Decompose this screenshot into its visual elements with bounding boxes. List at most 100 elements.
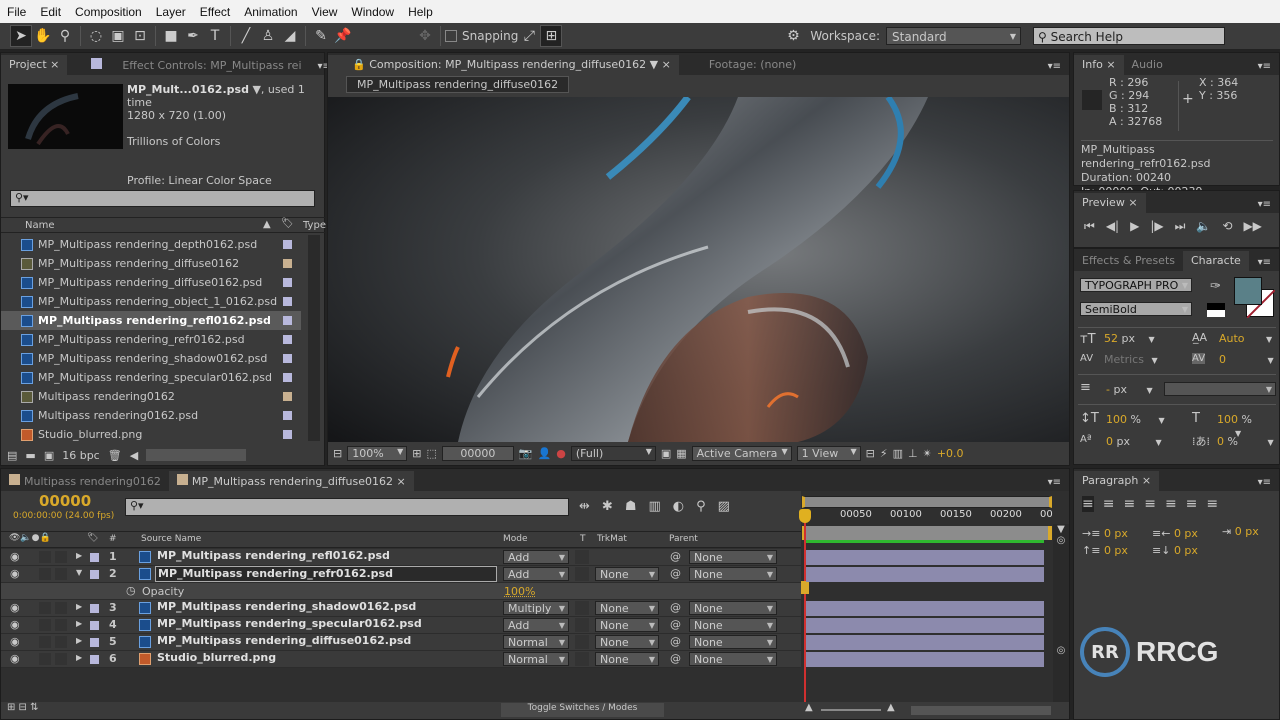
timeline-icon[interactable]: ▥ <box>893 447 903 460</box>
visibility-eye-icon[interactable]: ◉ <box>10 601 20 614</box>
exposure-value[interactable]: +0.0 <box>937 447 964 460</box>
space-before-value[interactable]: 0 px <box>1104 544 1128 557</box>
blend-mode-select[interactable]: Multiply <box>503 601 569 615</box>
panel-menu-icon[interactable]: ▾≡ <box>1040 58 1069 75</box>
layer-duration-bar[interactable] <box>806 550 1044 565</box>
draft-3d-icon[interactable]: ✱ <box>602 499 613 514</box>
baseline-shift-value[interactable]: 0 <box>1106 435 1113 448</box>
current-time-display[interactable]: 00000 <box>39 492 91 510</box>
align-left-icon[interactable]: ≡ <box>1082 496 1094 512</box>
frame-blending-icon[interactable]: ▥ <box>648 499 660 514</box>
col-name[interactable]: Name <box>25 220 55 231</box>
layer-name[interactable]: Studio_blurred.png <box>155 651 497 667</box>
layer-duration-bar[interactable] <box>806 601 1044 616</box>
tab-project[interactable]: Project × <box>1 55 68 75</box>
pick-whip-icon[interactable]: @ <box>670 635 681 648</box>
composition-mini-flowchart-icon[interactable]: ⇹ <box>579 499 590 514</box>
project-item[interactable]: MP_Multipass rendering_refl0162.psd <box>1 311 301 330</box>
rectangle-tool-icon[interactable]: ■ <box>160 25 182 47</box>
collapse-icon[interactable]: ▼ <box>76 568 82 577</box>
last-frame-icon[interactable]: ⏭ <box>1175 219 1186 234</box>
pick-whip-icon[interactable]: @ <box>670 550 681 563</box>
rotate-tool-icon[interactable]: ◌ <box>85 25 107 47</box>
region-of-interest-icon[interactable]: ▣ <box>661 447 671 460</box>
label-color[interactable] <box>283 335 292 344</box>
channel-icon[interactable]: ● <box>556 447 566 460</box>
col-parent[interactable]: Parent <box>669 534 698 544</box>
indent-right-value[interactable]: 0 px <box>1174 527 1198 540</box>
roto-brush-tool-icon[interactable]: ✎ <box>310 25 332 47</box>
preserve-transparency-toggle[interactable] <box>575 601 589 615</box>
view-layout-select[interactable]: 1 View ▼ <box>796 446 861 461</box>
brainstorm-icon[interactable]: ⚲ <box>696 499 706 514</box>
label-color[interactable] <box>283 354 292 363</box>
layer-row[interactable]: ◉ ▶ 6 Studio_blurred.png Normal None @ None <box>1 651 801 668</box>
leading-value[interactable]: Auto <box>1219 332 1245 345</box>
next-frame-icon[interactable]: |▶ <box>1150 219 1163 234</box>
label-color[interactable] <box>90 553 99 562</box>
lock-switch[interactable] <box>55 568 67 580</box>
lock-switch[interactable] <box>55 653 67 665</box>
layer-duration-bar[interactable] <box>806 618 1044 633</box>
project-search-input[interactable]: ⚲▾ <box>10 190 315 207</box>
tab-paragraph[interactable]: Paragraph × <box>1074 471 1160 491</box>
toggle-switches-modes-button[interactable]: Toggle Switches / Modes <box>501 703 664 717</box>
visibility-eye-icon[interactable]: ◉ <box>10 635 20 648</box>
eyedropper-icon[interactable]: ✑ <box>1210 279 1221 294</box>
work-area-range[interactable] <box>802 526 1052 540</box>
label-color[interactable] <box>90 638 99 647</box>
pen-tool-icon[interactable]: ✒ <box>182 25 204 47</box>
playhead-icon[interactable] <box>799 509 811 523</box>
parent-select[interactable]: None <box>689 550 777 564</box>
visibility-eye-icon[interactable]: ◉ <box>10 652 20 665</box>
label-color[interactable] <box>90 621 99 630</box>
col-type[interactable]: Type <box>303 220 326 231</box>
font-style-select[interactable]: SemiBold <box>1080 302 1192 316</box>
tab-info[interactable]: Info × <box>1074 55 1124 75</box>
tab-character[interactable]: Characte <box>1183 251 1249 271</box>
horizontal-scale-value[interactable]: 100 <box>1217 413 1238 426</box>
visibility-eye-icon[interactable]: ◉ <box>10 567 20 580</box>
bit-depth[interactable]: 16 bpc <box>62 449 100 462</box>
reset-exposure-icon[interactable]: ✴ <box>923 447 932 460</box>
new-folder-icon[interactable]: ▬ <box>25 449 35 462</box>
project-item[interactable]: Multipass rendering0162.psd <box>1 406 301 425</box>
layer-name[interactable]: MP_Multipass rendering_diffuse0162.psd <box>155 634 497 650</box>
menu-animation[interactable]: Animation <box>237 5 304 19</box>
tab-preview[interactable]: Preview × <box>1074 193 1146 213</box>
puppet-pin-tool-icon[interactable]: 📌 <box>332 25 354 47</box>
track-matte-select[interactable]: None <box>595 567 659 581</box>
label-icon[interactable]: 🏷 <box>87 533 98 543</box>
zoom-tool-icon[interactable]: ⚲ <box>54 25 76 47</box>
hand-tool-icon[interactable]: ✋ <box>32 25 54 47</box>
solo-switch[interactable] <box>39 551 51 563</box>
label-color[interactable] <box>283 430 292 439</box>
justify-last-right-icon[interactable]: ≡ <box>1186 496 1198 512</box>
project-item[interactable]: Multipass rendering0162 <box>1 387 301 406</box>
label-tag-icon[interactable]: 🏷 <box>281 218 294 229</box>
layer-duration-bar[interactable] <box>806 567 1044 582</box>
parent-select[interactable]: None <box>689 618 777 632</box>
visibility-eye-icon[interactable]: ◉ <box>10 618 20 631</box>
new-comp-icon[interactable]: ▣ <box>44 449 54 462</box>
camera-select[interactable]: Active Camera ▼ <box>691 446 792 461</box>
tab-effect-controls[interactable]: Effect Controls: MP_Multipass rei <box>67 55 309 75</box>
always-preview-icon[interactable]: ⊟ <box>333 447 342 460</box>
tsume-value[interactable]: 0 <box>1217 435 1224 448</box>
flowchart-icon[interactable]: ⊥ <box>908 447 918 460</box>
search-help-input[interactable]: ⚲ Search Help <box>1033 27 1226 45</box>
opacity-value[interactable]: 100% <box>504 585 535 598</box>
tab-timeline-diffuse[interactable]: MP_Multipass rendering_diffuse0162 × <box>168 471 414 491</box>
tab-timeline-multipass[interactable]: Multipass rendering0162 <box>1 471 169 491</box>
label-color[interactable] <box>283 316 292 325</box>
fast-previews-icon[interactable]: ⚡ <box>880 447 888 460</box>
blend-mode-select[interactable]: Normal <box>503 635 569 649</box>
visibility-eye-icon[interactable]: ◉ <box>10 550 20 563</box>
track-matte-select[interactable]: None <box>595 601 659 615</box>
clone-stamp-tool-icon[interactable]: ♙ <box>257 25 279 47</box>
zoom-in-icon[interactable]: ▲ <box>887 702 895 713</box>
workspace-select[interactable]: Standard ▼ <box>886 27 1022 45</box>
label-color[interactable] <box>283 259 292 268</box>
comp-flowchart-icon[interactable]: ⊞ ⊟ ⇅ <box>7 702 39 713</box>
justify-last-left-icon[interactable]: ≡ <box>1144 496 1156 512</box>
